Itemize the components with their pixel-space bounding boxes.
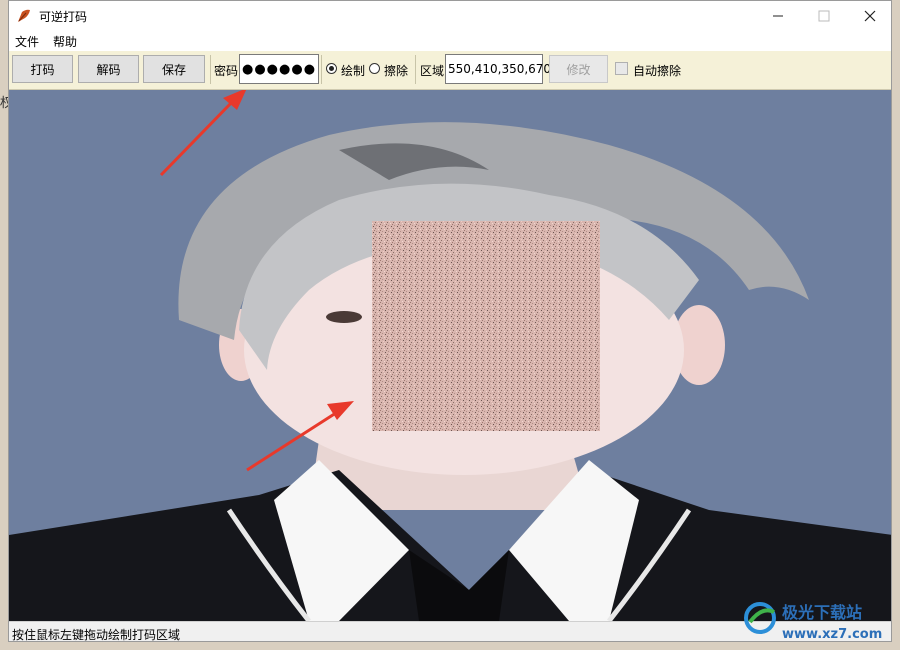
menu-help[interactable]: 帮助 [53,33,77,50]
modify-button[interactable]: 修改 [549,55,608,83]
maximize-icon [818,10,830,22]
erase-radio-label[interactable]: 擦除 [384,62,408,79]
draw-radio-label[interactable]: 绘制 [341,62,365,79]
minimize-button[interactable] [755,1,801,31]
menu-bar: 文件 帮助 [9,31,891,51]
password-label: 密码 [214,64,239,78]
app-window: 可逆打码 文件 帮助 打码 解码 保存 密码 ●●●●●● 绘制 擦除 区域 5… [8,0,892,642]
password-field[interactable]: ●●●●●● [239,54,319,84]
decode-button[interactable]: 解码 [78,55,139,83]
watermark-brand: 极光下载站 [782,603,862,622]
region-field[interactable]: 550,410,350,670 [445,54,551,84]
toolbar-separator [210,55,211,84]
maximize-button[interactable] [801,1,847,31]
encode-button[interactable]: 打码 [12,55,73,83]
site-watermark: 极光下载站 www.xz7.com [740,598,895,644]
image-canvas[interactable] [9,90,891,621]
toolbar: 打码 解码 保存 密码 ●●●●●● 绘制 擦除 区域 550,410,350,… [9,51,891,90]
app-feather-icon [18,9,30,22]
status-text: 按住鼠标左键拖动绘制打码区域 [12,628,181,642]
mosaic-region [372,221,600,431]
close-icon [864,10,876,22]
auto-erase-label[interactable]: 自动擦除 [633,62,681,79]
save-button[interactable]: 保存 [143,55,205,83]
portrait-image [9,90,891,621]
erase-radio[interactable] [369,63,380,74]
watermark-url: www.xz7.com [782,627,882,642]
window-title: 可逆打码 [39,10,88,24]
close-button[interactable] [847,1,891,31]
auto-erase-checkbox[interactable] [615,62,628,75]
toolbar-separator [321,55,322,84]
menu-file[interactable]: 文件 [15,33,39,50]
title-bar: 可逆打码 [9,1,891,31]
region-label: 区域 [420,64,445,78]
minimize-icon [773,15,783,17]
draw-radio[interactable] [326,63,337,74]
toolbar-separator [415,55,416,84]
watermark-logo-icon: 极光下载站 www.xz7.com [744,602,882,642]
